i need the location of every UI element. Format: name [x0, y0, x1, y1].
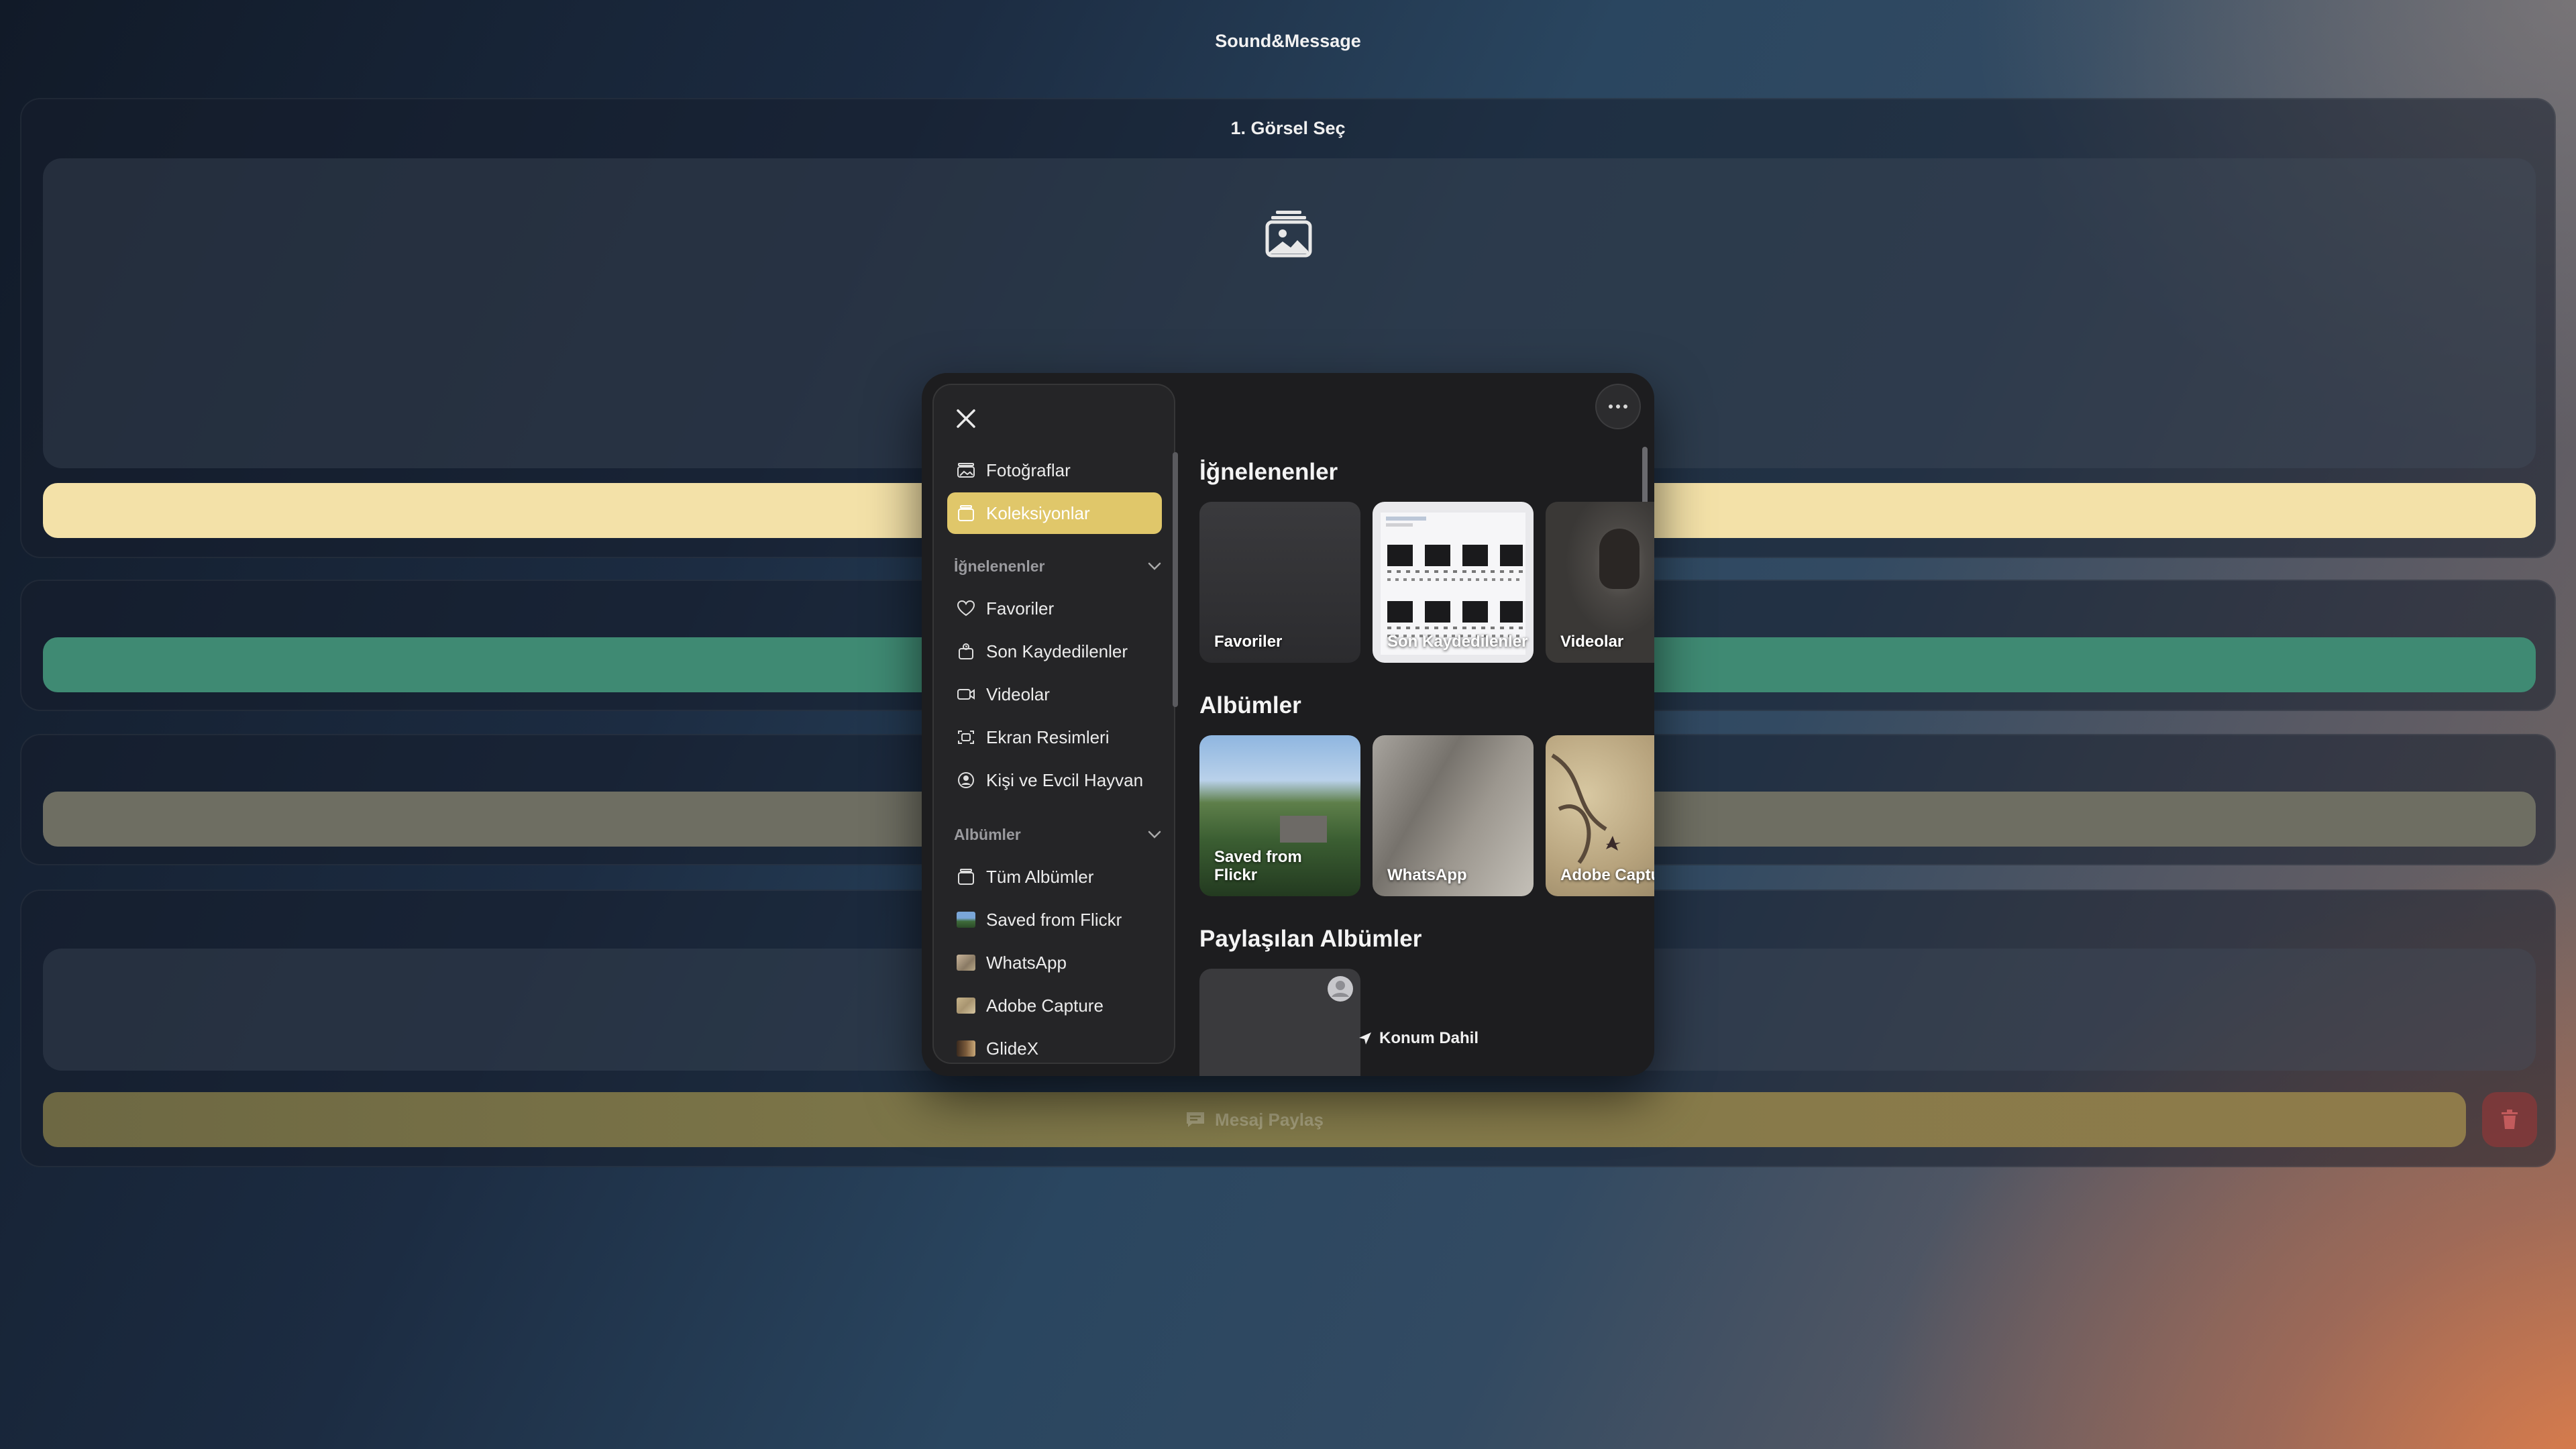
sidebar-item-favorites[interactable]: Favoriler — [947, 588, 1162, 629]
sidebar-item-saved-from-flickr[interactable]: Saved from Flickr — [947, 899, 1162, 941]
collections-icon — [958, 505, 974, 521]
sidebar-item-collections[interactable]: Koleksiyonlar — [947, 492, 1162, 534]
albums-section-title: Albümler — [1199, 692, 1301, 718]
person-icon — [958, 772, 974, 788]
tile-label: WhatsApp — [1387, 866, 1467, 884]
video-icon — [957, 689, 975, 700]
recently-saved-icon — [959, 643, 973, 659]
sidebar-item-videos[interactable]: Videolar — [947, 674, 1162, 715]
avatar-icon — [1328, 976, 1353, 1002]
tile-label: Adobe Capture — [1560, 866, 1654, 884]
glidex-thumb-icon — [957, 1040, 975, 1057]
tile-label: Videolar — [1560, 633, 1624, 651]
sidebar-item-screenshots[interactable]: Ekran Resimleri — [947, 716, 1162, 758]
album-tile-whatsapp[interactable]: WhatsApp — [1373, 735, 1534, 896]
close-icon[interactable] — [954, 407, 978, 431]
pinned-tile-favorites[interactable]: Favoriler — [1199, 502, 1360, 663]
photo-picker: Fotoğraflar Koleksiyonlar İğnelenenler F… — [922, 373, 1654, 1076]
share-message-button[interactable]: Mesaj Paylaş — [43, 1092, 2466, 1147]
tile-label: Son Kaydedilenler — [1387, 633, 1528, 651]
heart-icon — [957, 600, 975, 616]
picker-sidebar: Fotoğraflar Koleksiyonlar İğnelenenler F… — [932, 384, 1178, 1064]
location-included-chip[interactable]: Konum Dahil — [1358, 1029, 1479, 1048]
flickr-thumb-icon — [957, 912, 975, 928]
location-arrow-icon — [1359, 1032, 1371, 1044]
app-title: Sound&Message — [1215, 31, 1361, 51]
adobe-thumb-icon — [957, 998, 975, 1014]
sidebar-item-whatsapp[interactable]: WhatsApp — [947, 942, 1162, 983]
screenshot-icon — [958, 731, 974, 744]
pinned-section-header[interactable]: İğnelenenler — [954, 553, 1162, 580]
photos-icon — [957, 463, 975, 478]
albums-icon — [958, 869, 974, 885]
tile-label: Saved from Flickr — [1214, 848, 1302, 884]
sidebar-item-adobe-capture[interactable]: Adobe Capture — [947, 985, 1162, 1026]
video-thumb-figure — [1599, 529, 1640, 589]
sidebar-item-people-pets[interactable]: Kişi ve Evcil Hayvan — [947, 759, 1162, 801]
share-message-label: Mesaj Paylaş — [1215, 1109, 1324, 1130]
trash-icon — [2502, 1110, 2518, 1129]
pinned-tile-videos[interactable]: Videolar — [1546, 502, 1654, 663]
shared-albums-section-title: Paylaşılan Albümler — [1199, 926, 1422, 952]
tile-label: Favoriler — [1214, 633, 1283, 651]
sidebar-item-glidex[interactable]: GlideX — [947, 1028, 1162, 1069]
more-icon — [1609, 405, 1613, 409]
card-title: 1. Görsel Seç — [1230, 118, 1346, 138]
album-tile-adobe-capture[interactable]: Adobe Capture — [1546, 735, 1654, 896]
more-options-button[interactable] — [1595, 384, 1641, 429]
albums-section-header[interactable]: Albümler — [954, 821, 1162, 848]
chevron-down-icon — [1148, 830, 1161, 839]
chevron-down-icon — [1148, 562, 1161, 570]
album-tile-saved-from-flickr[interactable]: Saved from Flickr — [1199, 735, 1360, 896]
sidebar-item-photos[interactable]: Fotoğraflar — [947, 449, 1162, 491]
gallery-icon — [1265, 211, 1312, 258]
shared-album-tile[interactable] — [1199, 969, 1360, 1076]
pinned-section-title: İğnelenenler — [1199, 459, 1338, 485]
whatsapp-thumb-icon — [957, 955, 975, 971]
sidebar-scrollbar[interactable] — [1173, 452, 1178, 707]
sidebar-item-recently-saved[interactable]: Son Kaydedilenler — [947, 631, 1162, 672]
pinned-tile-recently-saved[interactable]: Son Kaydedilenler — [1373, 502, 1534, 663]
sidebar-item-all-albums[interactable]: Tüm Albümler — [947, 856, 1162, 898]
delete-button[interactable] — [2482, 1092, 2537, 1147]
message-icon — [1187, 1112, 1205, 1127]
